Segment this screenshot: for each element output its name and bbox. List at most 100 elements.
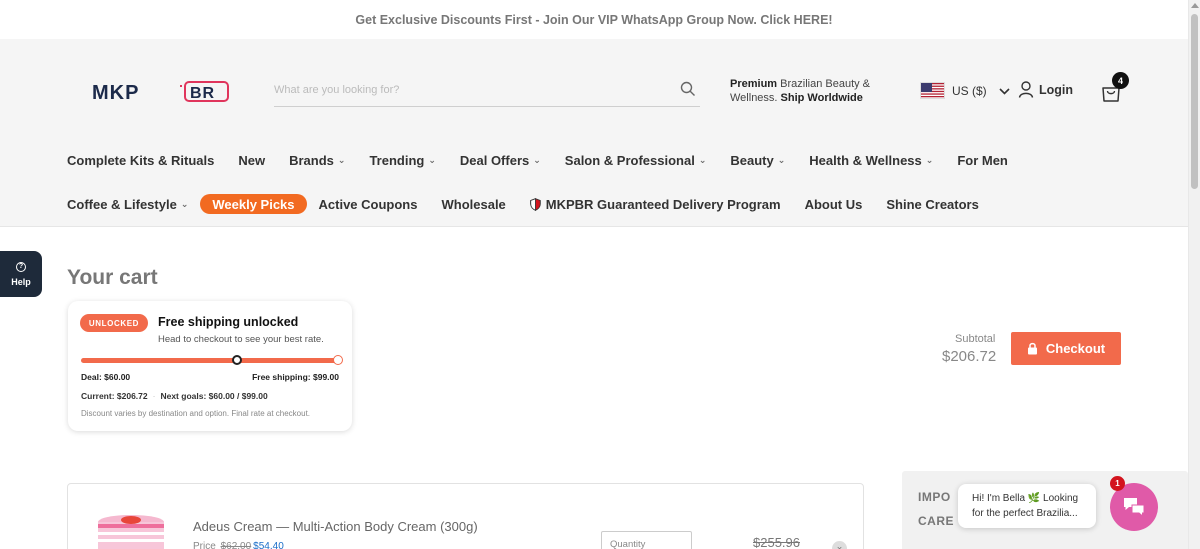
- price-original: $62.00: [220, 541, 252, 549]
- product-image[interactable]: [96, 514, 166, 549]
- nav-beauty[interactable]: Beauty ⌄: [730, 150, 785, 170]
- main-nav-row-1: Complete Kits & Rituals New Brands ⌄ Tren…: [67, 150, 1032, 170]
- cart-line-item: Adeus Cream — Multi-Action Body Cream (3…: [67, 483, 864, 549]
- nav-coffee-lifestyle[interactable]: Coffee & Lifestyle ⌄: [67, 194, 188, 214]
- scroll-up-arrow-icon[interactable]: [1191, 3, 1199, 8]
- free-shipping-milestone-dot: [333, 355, 343, 365]
- chat-unread-badge: 1: [1110, 476, 1125, 491]
- nav-label: Deal Offers: [459, 152, 530, 168]
- product-price: Price $62.00 $54.40: [193, 541, 284, 549]
- currency-label: US ($): [952, 83, 987, 98]
- deal-threshold-label: Deal: $60.00: [81, 372, 131, 382]
- currency-selector[interactable]: US ($): [920, 82, 1010, 99]
- chat-icon: [1124, 498, 1145, 518]
- cart-button[interactable]: 4: [1100, 72, 1129, 105]
- us-flag-icon: [920, 82, 945, 99]
- chevron-down-icon: ⌄: [925, 154, 934, 165]
- cart-count-badge: 4: [1112, 72, 1129, 89]
- nav-label: MKPBR Guaranteed Delivery Program: [545, 196, 781, 212]
- main-nav-row-2: Coffee & Lifestyle ⌄ Weekly Picks Active …: [67, 194, 1003, 214]
- logo-box-text: BR: [190, 85, 215, 102]
- chat-greeting-bubble[interactable]: Hi! I'm Bella 🌿 Looking for the perfect …: [958, 484, 1096, 528]
- chevron-down-icon: ⌄: [180, 198, 189, 209]
- site-header: MKP BR Premium Brazilian Beauty & Wellne…: [0, 39, 1188, 227]
- nav-complete-kits[interactable]: Complete Kits & Rituals: [67, 150, 214, 170]
- search-icon[interactable]: [680, 81, 696, 102]
- nav-label: Weekly Picks: [212, 196, 295, 212]
- promo-bold-1: Premium: [730, 78, 778, 90]
- nav-label: Wholesale: [441, 196, 506, 212]
- nav-label: Salon & Professional: [564, 152, 695, 168]
- price-label: Price: [193, 541, 216, 549]
- side-card-line-2: CARE: [918, 514, 955, 528]
- promo-bold-2: Ship Worldwide: [780, 92, 863, 104]
- site-logo[interactable]: MKP BR: [92, 81, 230, 103]
- chevron-down-icon: ⌄: [428, 154, 436, 165]
- shield-icon: [530, 197, 541, 211]
- question-icon: ?: [16, 261, 26, 272]
- shipping-progress-bar: [81, 355, 343, 365]
- nav-label: Beauty: [730, 152, 774, 168]
- unlocked-badge: UNLOCKED: [80, 314, 148, 332]
- scrollbar-thumb[interactable]: [1191, 14, 1198, 189]
- nav-label: Complete Kits & Rituals: [67, 152, 215, 168]
- chevron-down-icon: ⌄: [698, 154, 707, 165]
- promo-text: Premium Brazilian Beauty & Wellness. Shi…: [730, 77, 880, 105]
- checkout-button[interactable]: Checkout: [1011, 332, 1121, 365]
- login-label: Login: [1039, 82, 1074, 97]
- announcement-text[interactable]: Get Exclusive Discounts First - Join Our…: [355, 13, 832, 27]
- chevron-down-icon: ⌄: [533, 154, 541, 165]
- nav-label: About Us: [804, 196, 863, 212]
- nav-label: Health & Wellness: [809, 152, 922, 168]
- nav-label: For Men: [957, 152, 1008, 168]
- nav-for-men[interactable]: For Men: [957, 150, 1008, 170]
- separator-dot: ·: [152, 391, 156, 401]
- remove-item-icon[interactable]: ×: [832, 541, 847, 549]
- announcement-bar[interactable]: Get Exclusive Discounts First - Join Our…: [0, 0, 1188, 39]
- nav-wholesale[interactable]: Wholesale: [441, 194, 505, 214]
- nav-label: Shine Creators: [886, 196, 979, 212]
- nav-health-wellness[interactable]: Health & Wellness ⌄: [809, 150, 933, 170]
- nav-weekly-picks[interactable]: Weekly Picks: [200, 194, 307, 214]
- nav-label: Trending: [369, 152, 425, 168]
- quantity-label: Quantity: [610, 539, 646, 549]
- nav-guaranteed-delivery[interactable]: MKPBR Guaranteed Delivery Program: [530, 194, 781, 214]
- quantity-input[interactable]: Quantity: [601, 531, 692, 549]
- help-tab[interactable]: ? Help: [0, 251, 42, 297]
- shipping-heading: Free shipping unlocked: [158, 315, 299, 329]
- price-sale: $54.40: [253, 541, 284, 549]
- nav-label: Brands: [289, 152, 334, 168]
- search-input[interactable]: [274, 75, 664, 105]
- checkout-label: Checkout: [1045, 341, 1106, 356]
- deal-milestone-dot: [232, 355, 242, 365]
- chevron-down-icon: ⌄: [777, 154, 786, 165]
- nav-about-us[interactable]: About Us: [805, 194, 863, 214]
- page-scrollbar[interactable]: [1188, 0, 1200, 549]
- line-total: $255.96: [753, 535, 800, 549]
- product-name[interactable]: Adeus Cream — Multi-Action Body Cream (3…: [193, 519, 478, 534]
- nav-trending[interactable]: Trending ⌄: [369, 150, 435, 170]
- nav-deal-offers[interactable]: Deal Offers ⌄: [460, 150, 541, 170]
- nav-active-coupons[interactable]: Active Coupons: [319, 194, 418, 214]
- nav-label: Active Coupons: [318, 196, 418, 212]
- shipping-note: Discount varies by destination and optio…: [81, 409, 311, 418]
- nav-label: Coffee & Lifestyle: [67, 196, 177, 212]
- current-total: Current: $206.72: [81, 391, 148, 401]
- page-title: Your cart: [67, 266, 158, 289]
- lock-icon: [1027, 342, 1037, 355]
- search-bar: [274, 75, 700, 107]
- chevron-down-icon: [999, 84, 1010, 98]
- shipping-current-status: Current: $206.72 · Next goals: $60.00 / $9…: [81, 391, 268, 401]
- subtotal-label: Subtotal: [955, 333, 996, 345]
- side-card-line-1: IMPO: [918, 490, 951, 504]
- chat-greeting-text: Hi! I'm Bella 🌿 Looking for the perfect …: [972, 493, 1079, 519]
- nav-brands[interactable]: Brands ⌄: [289, 150, 345, 170]
- login-link[interactable]: Login: [1018, 81, 1073, 98]
- user-icon: [1018, 81, 1034, 98]
- chevron-down-icon: ⌄: [337, 154, 346, 165]
- next-goals: Next goals: $60.00 / $99.00: [160, 391, 268, 401]
- nav-salon-professional[interactable]: Salon & Professional ⌄: [565, 150, 707, 170]
- nav-new[interactable]: New: [238, 150, 265, 170]
- nav-shine-creators[interactable]: Shine Creators: [886, 194, 978, 214]
- logo-text: MKP: [92, 82, 139, 103]
